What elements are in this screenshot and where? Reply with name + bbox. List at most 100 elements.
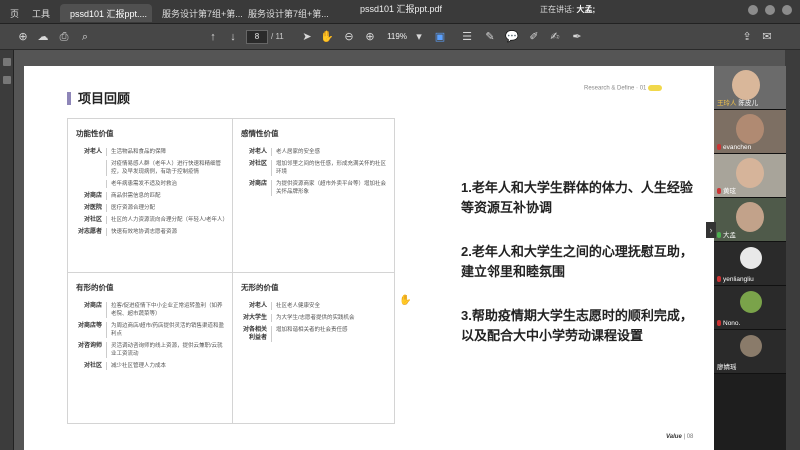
- page-number-input[interactable]: 8: [246, 30, 268, 44]
- left-sidebar: [0, 50, 14, 450]
- row-label: 对商店等: [77, 323, 102, 329]
- value-row: 对社区 增加邻里之间的信任感，形成充满关怀的社区环境: [241, 160, 391, 176]
- tab-tools[interactable]: 工具: [22, 4, 60, 22]
- value-row: 对志愿者 快速有效地协调志愿者资源: [76, 228, 226, 236]
- list-icon[interactable]: ☰: [460, 30, 474, 44]
- row-text: 灵活调动咨询师的线上资源，提供云兼职/云就业工资流动: [106, 342, 226, 358]
- row-label: 对老人: [248, 149, 267, 155]
- avatar: [740, 291, 762, 313]
- tab-document-3[interactable]: 服务设计第7组+第...: [238, 4, 328, 22]
- highlight-icon[interactable]: ✍: [548, 30, 562, 44]
- hand-cursor-icon: ✋: [399, 295, 412, 306]
- mic-muted-icon: [717, 320, 721, 326]
- scrollbar[interactable]: [785, 50, 800, 450]
- row-label: 对商店: [83, 303, 102, 309]
- avatar: [740, 335, 762, 357]
- row-label: 对老人: [248, 303, 267, 309]
- chevron-right-icon[interactable]: ›: [706, 222, 716, 238]
- participant-tile[interactable]: 大孟: [714, 198, 786, 242]
- avatar: [740, 247, 762, 269]
- participant-tile[interactable]: 廖婧瑶: [714, 330, 786, 374]
- row-text: 老年病患需发不适及时救治: [106, 180, 226, 188]
- row-text: 拉客/促进疫情下中小企业正常运转盈利（如养老院、超市蔬菜等）: [106, 302, 226, 318]
- select-cursor-icon[interactable]: ➤: [300, 30, 314, 44]
- value-row: 对商店 商品供需信息的匹配: [76, 192, 226, 200]
- window-filename: pssd101 汇报ppt.pdf: [360, 4, 443, 14]
- value-row: 对各相关利益者 增加和谐相关者的社会责任感: [241, 326, 391, 342]
- participant-name: evanchen: [717, 144, 751, 151]
- row-label: 对商店: [83, 193, 102, 199]
- chevron-down-icon[interactable]: ▾: [412, 30, 426, 44]
- thumbnail-icon[interactable]: [3, 58, 11, 66]
- share-icon[interactable]: ⇪: [740, 30, 754, 44]
- participant-name-1: 王玲人: [717, 100, 737, 107]
- participant-tile[interactable]: evanchen: [714, 110, 786, 154]
- help-icon[interactable]: [748, 5, 758, 15]
- row-text: 为周边商店/超市/药店提供灵活的销售渠道和盈利点: [106, 322, 226, 338]
- participant-name-text: 大孟: [723, 232, 736, 239]
- add-icon[interactable]: ⊕: [16, 30, 30, 44]
- zoom-out-icon[interactable]: ⊖: [342, 30, 356, 44]
- comment-bubble-icon[interactable]: 💬: [505, 30, 519, 44]
- participant-name: 廖婧瑶: [717, 361, 737, 371]
- value-row: 对商店等 为周边商店/超市/药店提供灵活的销售渠道和盈利点: [76, 322, 226, 338]
- summary-point-2: 2.老年人和大学生之间的心理抚慰互助，建立邻里和睦氛围: [461, 244, 693, 279]
- mic-muted-icon: [717, 276, 721, 282]
- document-viewport[interactable]: 项目回顾 Research & Define · 01 功能性价值 对老人 生活物…: [14, 50, 785, 450]
- pen-icon[interactable]: ✐: [527, 30, 541, 44]
- bell-icon[interactable]: [765, 5, 775, 15]
- row-text: 医疗资源合理分配: [106, 204, 226, 212]
- value-row: 对老人 老人居家的安全感: [241, 148, 391, 156]
- participant-video: [732, 70, 760, 100]
- row-text: 快速有效地协调志愿者资源: [106, 228, 226, 236]
- tab-document-active[interactable]: pssd101 汇报ppt....×: [60, 4, 152, 22]
- participant-name-2: 陈皮儿: [738, 100, 758, 107]
- quadrant-emotional-value: 感情性价值 对老人 老人居家的安全感 对社区 增加邻里之间的信任感，形成充满关怀的社…: [233, 119, 397, 272]
- mic-muted-icon: [717, 188, 721, 194]
- mic-muted-icon: [717, 144, 721, 150]
- page-up-icon[interactable]: ↑: [206, 30, 220, 44]
- search-icon[interactable]: ⌕: [78, 30, 92, 44]
- participant-name: 黄玹: [717, 185, 736, 195]
- speaking-indicator: 正在讲话: 大孟;: [540, 4, 595, 15]
- zoom-level[interactable]: 119%: [383, 30, 411, 44]
- print-icon[interactable]: ⎙: [57, 30, 71, 44]
- zoom-in-icon[interactable]: ⊕: [363, 30, 377, 44]
- participant-tile[interactable]: Nono.: [714, 286, 786, 330]
- bookmark-icon[interactable]: [3, 76, 11, 84]
- participant-name-text: 廖婧瑶: [717, 364, 737, 371]
- mail-icon[interactable]: ✉: [760, 30, 774, 44]
- participant-video: [736, 202, 764, 232]
- value-row: 对大学生 为大学生/志愿者提供的实践机会: [241, 314, 391, 322]
- participant-name-text: Nono.: [723, 320, 741, 327]
- participant-tile[interactable]: yenliangliu: [714, 242, 786, 286]
- participant-tile[interactable]: 王玲人 陈皮儿: [714, 66, 786, 110]
- pdf-toolbar: ⊕ ☁ ⎙ ⌕ ↑ ↓ 8 / 11 ➤ ✋ ⊖ ⊕ 119% ▾ ▣ ☰ ✎ …: [0, 24, 800, 50]
- summary-point-3: 3.帮助疫情期大学生志愿时的顺利完成，以及配合大中小学劳动课程设置: [461, 308, 693, 343]
- tab-label: 工具: [32, 9, 51, 19]
- footer-label: Value: [666, 434, 682, 440]
- quadrant-functional-value: 功能性价值 对老人 生活物品和食品的保障 对疫情易感人群（老年人）进行快速和精细管…: [68, 119, 232, 272]
- tab-document-2[interactable]: 服务设计第7组+第...: [152, 4, 242, 22]
- row-text: 减少社区管理人力成本: [106, 362, 226, 370]
- fit-page-icon[interactable]: ▣: [433, 30, 447, 44]
- avatar-icon[interactable]: [782, 5, 792, 15]
- comment-icon[interactable]: ✎: [483, 30, 497, 44]
- window-controls: [748, 5, 792, 15]
- speaking-name: 大孟;: [576, 5, 596, 14]
- participant-tile[interactable]: 黄玹: [714, 154, 786, 198]
- quadrant-title: 无形的价值: [241, 283, 279, 292]
- page-down-icon[interactable]: ↓: [226, 30, 240, 44]
- app-window: 页 工具 pssd101 汇报ppt....× 服务设计第7组+第... 服务设…: [0, 0, 800, 450]
- hand-tool-icon[interactable]: ✋: [320, 30, 334, 44]
- participant-name-text: yenliangliu: [723, 276, 754, 283]
- row-label: 对社区: [248, 161, 267, 167]
- value-row: 对老人 社区老人健康安全: [241, 302, 391, 310]
- quadrant-tangible-value: 有形的价值 对商店 拉客/促进疫情下中小企业正常运转盈利（如养老院、超市蔬菜等） …: [68, 273, 232, 426]
- quadrant-title: 感情性价值: [241, 129, 279, 138]
- sign-icon[interactable]: ✒: [570, 30, 584, 44]
- slide-footer: Value | 08: [666, 434, 693, 440]
- row-text: 社区的人力资源流向合理分配（年轻人/老年人）: [106, 216, 228, 224]
- row-label: 对社区: [83, 217, 102, 223]
- upload-icon[interactable]: ☁: [36, 30, 50, 44]
